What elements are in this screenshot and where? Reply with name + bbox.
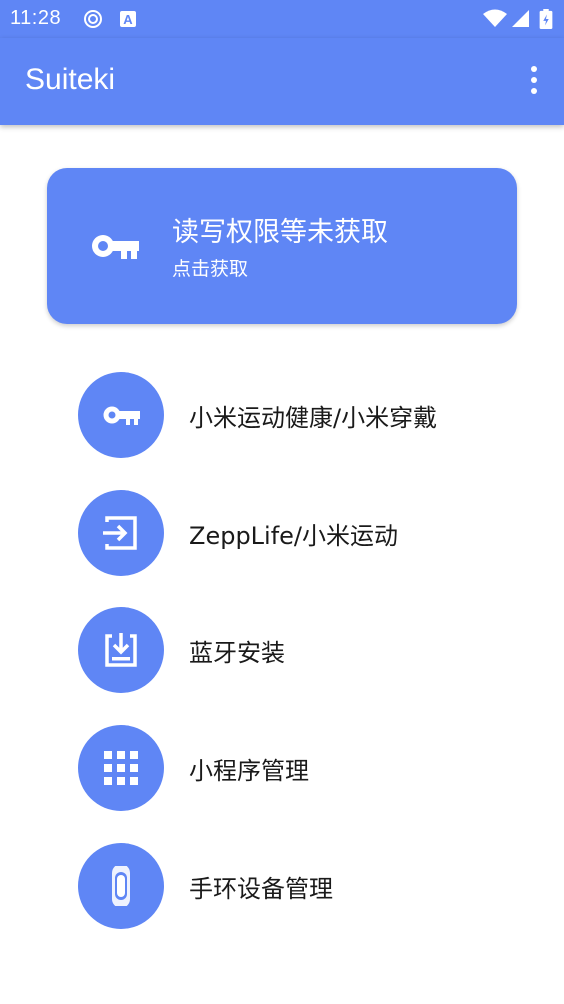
- more-vert-icon[interactable]: [524, 66, 544, 98]
- menu-item-mi-fitness[interactable]: 小米运动健康/小米穿戴: [0, 370, 564, 460]
- menu-icon-circle: [78, 843, 164, 929]
- svg-text:A: A: [123, 12, 133, 27]
- app-bar: Suiteki: [0, 38, 564, 125]
- menu-label: 小程序管理: [189, 757, 309, 785]
- permission-card[interactable]: 读写权限等未获取 点击获取: [47, 168, 517, 324]
- permission-title: 读写权限等未获取: [172, 217, 388, 248]
- menu-item-bluetooth-install[interactable]: 蓝牙安装: [0, 605, 564, 695]
- key-icon: [92, 235, 139, 259]
- sync-icon: [84, 10, 102, 28]
- key-icon: [103, 406, 140, 425]
- install-icon: [105, 633, 137, 667]
- status-bar: 11:28 A: [0, 0, 564, 38]
- menu-icon-circle: [78, 490, 164, 576]
- signal-icon: [512, 10, 529, 27]
- menu-label: 小米运动健康/小米穿戴: [189, 404, 438, 432]
- wifi-icon: [483, 9, 507, 27]
- permission-subtitle: 点击获取: [172, 258, 249, 280]
- menu-icon-circle: [78, 607, 164, 693]
- menu-label: 蓝牙安装: [189, 639, 285, 667]
- font-a-icon: A: [120, 11, 136, 27]
- menu-item-zepplife[interactable]: ZeppLife/小米运动: [0, 488, 564, 578]
- login-icon: [103, 516, 137, 550]
- menu-icon-circle: [78, 372, 164, 458]
- menu-label: 手环设备管理: [189, 875, 333, 903]
- menu-label: ZeppLife/小米运动: [189, 522, 399, 550]
- menu-icon-circle: [78, 725, 164, 811]
- status-time: 11:28: [10, 7, 62, 29]
- menu-item-mini-programs[interactable]: 小程序管理: [0, 723, 564, 813]
- menu-item-band-devices[interactable]: 手环设备管理: [0, 841, 564, 931]
- band-icon: [112, 866, 130, 906]
- apps-grid-icon: [104, 751, 138, 785]
- app-title: Suiteki: [25, 63, 116, 96]
- battery-icon: [539, 9, 553, 29]
